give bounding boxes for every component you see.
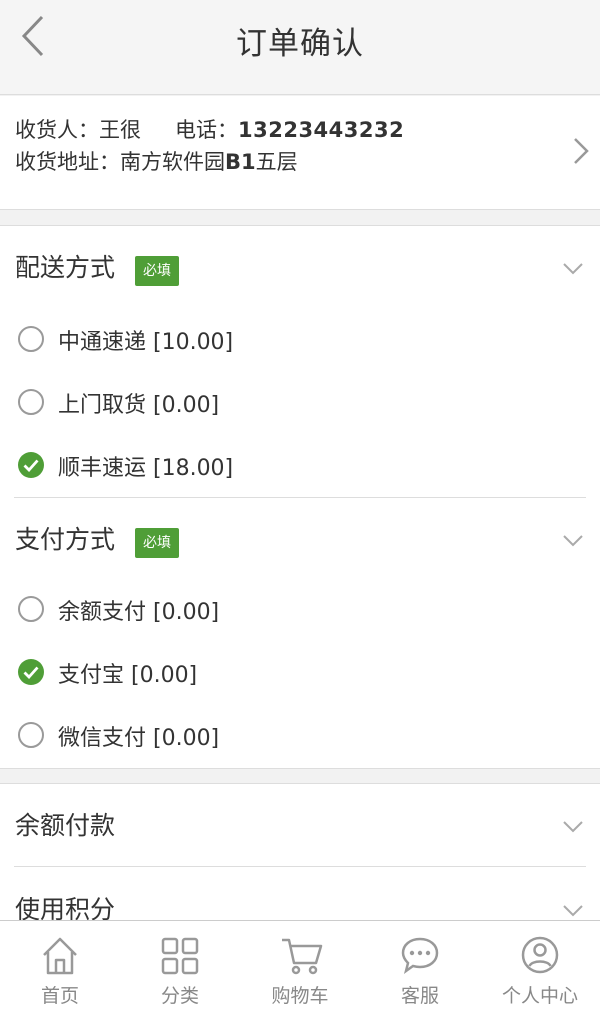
top-nav-bar: 订单确认 <box>0 0 600 95</box>
address-building: B1 <box>225 150 256 174</box>
option-label: 上门取货 [0.00] <box>58 393 220 418</box>
section-divider <box>14 866 586 867</box>
address-text: 南方软件园 <box>120 150 225 174</box>
tab-label: 客服 <box>400 985 439 1007</box>
tab-category[interactable]: 分类 <box>120 921 240 1018</box>
required-badge: 必填 <box>135 528 179 558</box>
radio-checked-icon <box>18 659 44 685</box>
chevron-right-icon <box>574 138 589 164</box>
shipping-option-zto[interactable]: 中通速递 [10.00] <box>15 320 575 364</box>
discount-options-card: 余额付款 使用积分 <box>0 783 600 925</box>
chat-icon <box>401 937 439 974</box>
tab-profile[interactable]: 个人中心 <box>480 921 600 1018</box>
tab-cart[interactable]: 购物车 <box>240 921 360 1018</box>
balance-payment-header[interactable]: 余额付款 <box>0 792 600 852</box>
phone-value: 13223443232 <box>238 118 405 142</box>
radio-unchecked-icon <box>18 722 44 748</box>
shipping-method-header[interactable]: 配送方式 必填 <box>0 234 600 294</box>
radio-unchecked-icon <box>18 389 44 415</box>
section-divider <box>14 497 586 498</box>
user-icon <box>521 936 559 974</box>
radio-checked-icon <box>18 452 44 478</box>
tab-label: 首页 <box>40 985 79 1007</box>
chevron-down-icon <box>563 821 583 833</box>
phone-label: 电话： <box>175 118 238 142</box>
shipping-address-card[interactable]: 收货人：王很 电话：13223443232 收货地址：南方软件园B1五层 <box>0 96 600 210</box>
option-label: 余额支付 [0.00] <box>58 600 220 625</box>
grid-icon <box>161 937 199 975</box>
payment-method-title: 支付方式 <box>15 525 116 554</box>
tab-service[interactable]: 客服 <box>360 921 480 1018</box>
receiver-label: 收货人： <box>15 118 99 142</box>
balance-payment-title: 余额付款 <box>15 811 116 840</box>
cart-icon <box>282 938 323 975</box>
shipping-option-sf[interactable]: 顺丰速运 [18.00] <box>15 446 575 490</box>
radio-unchecked-icon <box>18 326 44 352</box>
payment-option-alipay[interactable]: 支付宝 [0.00] <box>15 653 575 697</box>
page-title: 订单确认 <box>236 26 364 62</box>
address-floor: 五层 <box>255 150 298 174</box>
chevron-down-icon <box>563 263 583 275</box>
radio-unchecked-icon <box>18 596 44 622</box>
required-badge: 必填 <box>135 256 179 286</box>
home-icon <box>43 937 77 975</box>
address-line: 收货地址：南方软件园B1五层 <box>15 146 298 176</box>
option-label: 中通速递 [10.00] <box>58 330 234 355</box>
receiver-name: 王很 <box>99 118 141 142</box>
payment-option-balance[interactable]: 余额支付 [0.00] <box>15 590 575 634</box>
tab-home[interactable]: 首页 <box>0 921 120 1018</box>
shipping-method-title: 配送方式 <box>15 253 116 282</box>
tab-label: 个人中心 <box>501 985 578 1007</box>
bottom-tab-bar: 首页 分类 购物车 客服 个人中心 <box>0 920 600 1018</box>
chevron-down-icon <box>563 535 583 547</box>
payment-method-header[interactable]: 支付方式 必填 <box>0 506 600 566</box>
payment-option-wechat[interactable]: 微信支付 [0.00] <box>15 716 575 760</box>
tab-label: 购物车 <box>271 985 329 1007</box>
address-label: 收货地址： <box>15 150 120 174</box>
option-label: 顺丰速运 [18.00] <box>58 456 234 481</box>
receiver-line: 收货人：王很 电话：13223443232 <box>15 114 404 144</box>
order-options-card: 配送方式 必填 中通速递 [10.00] 上门取货 [0.00] 顺丰速运 [1… <box>0 225 600 769</box>
option-label: 微信支付 [0.00] <box>58 726 220 751</box>
chevron-down-icon <box>563 905 583 917</box>
option-label: 支付宝 [0.00] <box>58 663 198 688</box>
tab-label: 分类 <box>160 985 199 1007</box>
shipping-option-pickup[interactable]: 上门取货 [0.00] <box>15 383 575 427</box>
